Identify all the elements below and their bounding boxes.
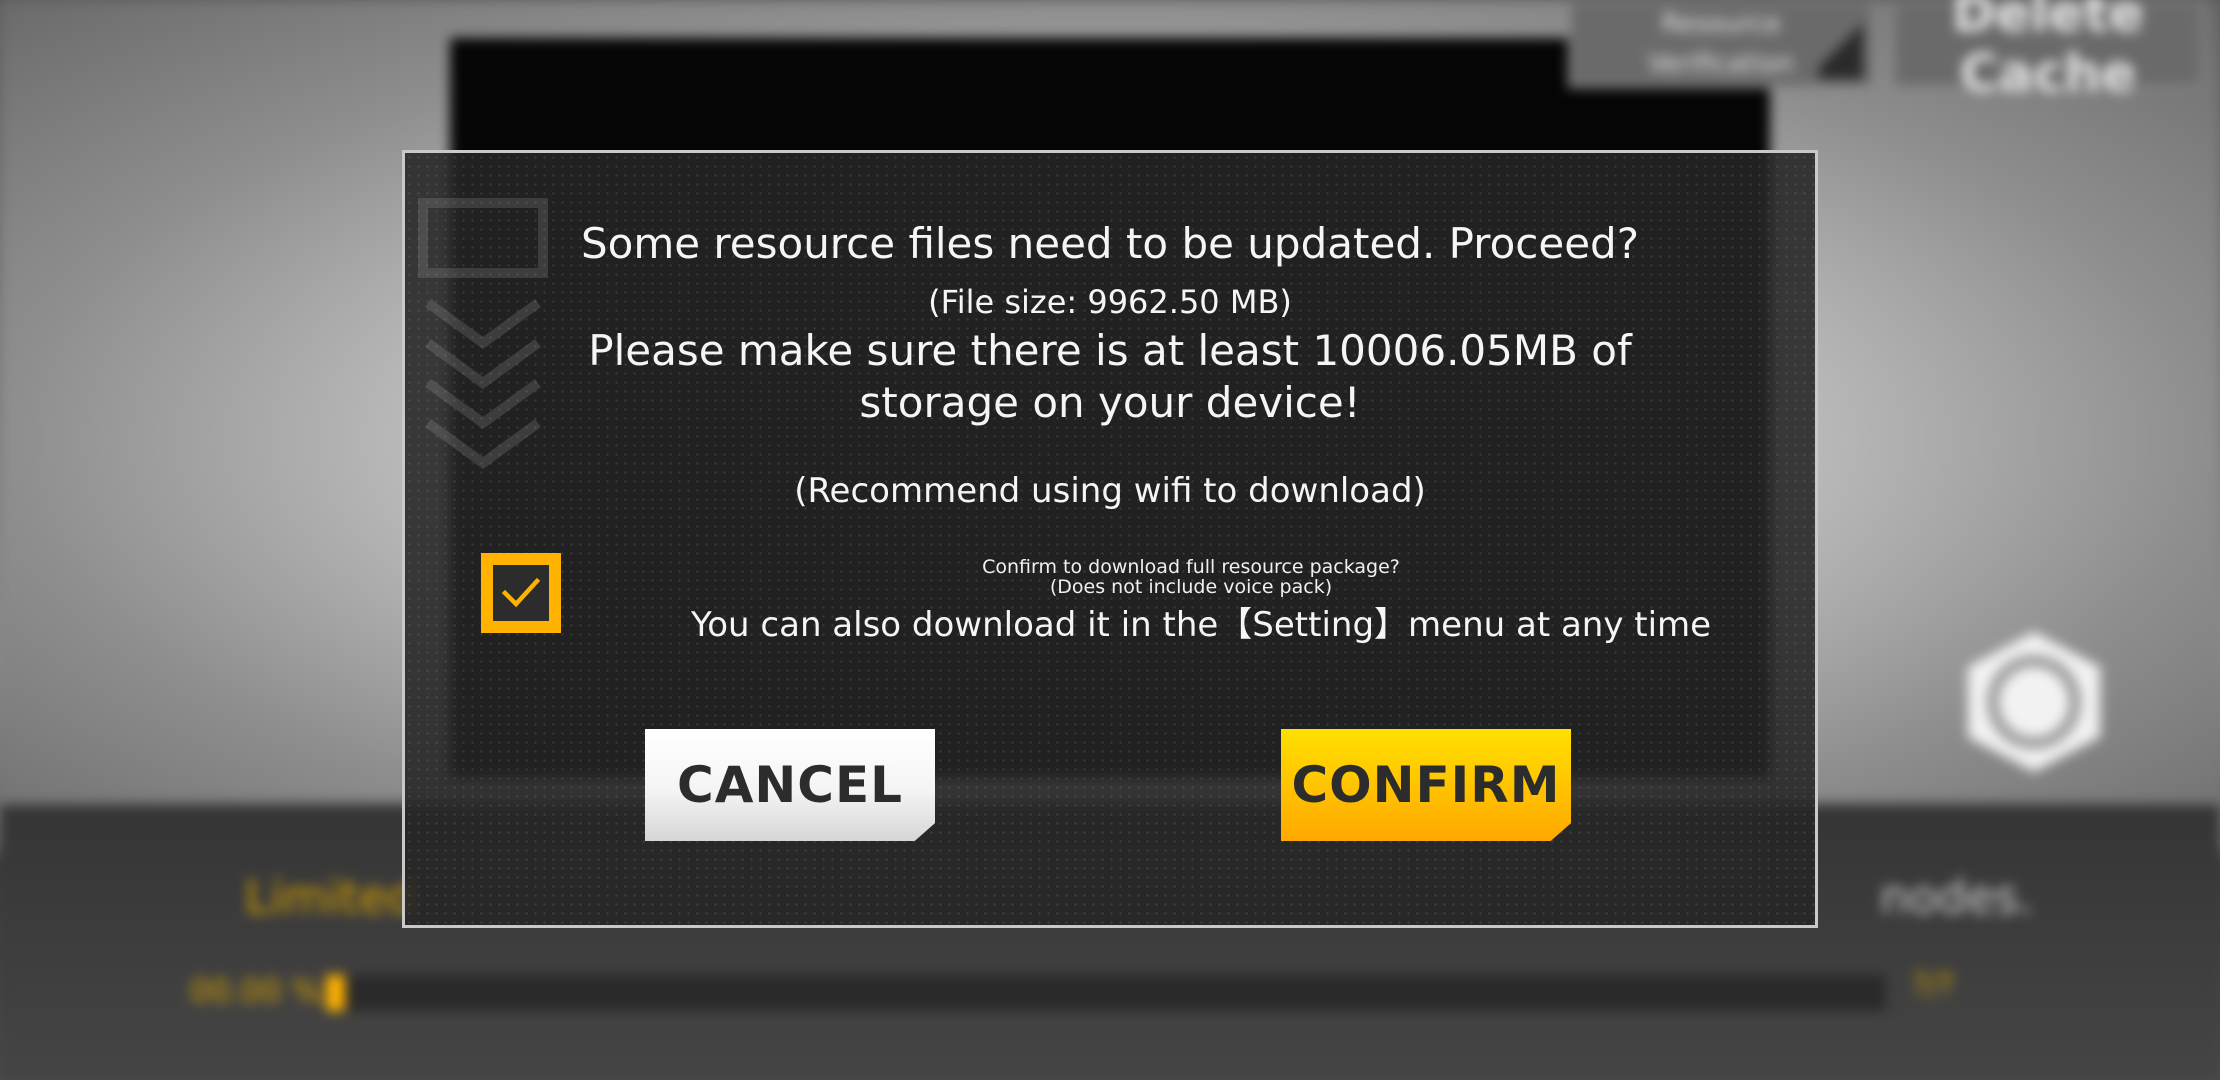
storage-notice: Please make sure there is at least 10006… — [405, 325, 1815, 429]
file-size-text: (File size: 9962.50 MB) — [928, 283, 1292, 321]
progress-bar-fill — [326, 975, 345, 1011]
wifi-hint: (Recommend using wifi to download) — [794, 471, 1426, 511]
dialog-title: Some resource files need to be updated. … — [580, 219, 1640, 268]
delete-cache-button[interactable]: Delete Cache — [1892, 0, 2204, 104]
loading-tip-start: Limited — [245, 870, 417, 924]
checkbox-inner — [493, 565, 549, 621]
progress-count: ?/? — [1912, 968, 1954, 1003]
progress-percent: 00.00 % — [190, 972, 323, 1010]
update-dialog: Some resource files need to be updated. … — [402, 150, 1818, 928]
resource-verification-button[interactable]: Resource Verification — [1568, 0, 1874, 88]
storage-notice-text: Please make sure there is at least 10006… — [588, 326, 1632, 427]
cancel-button[interactable]: CANCEL — [645, 729, 935, 841]
progress-bar — [326, 975, 1886, 1011]
loading-tip-end: nodes. — [1880, 870, 2034, 924]
confirm-button[interactable]: CONFIRM — [1281, 729, 1571, 841]
check-icon — [501, 577, 541, 608]
full-package-option: Confirm to download full resource packag… — [481, 553, 1781, 645]
voice-pack-note: (Does not include voice pack) — [1049, 576, 1333, 598]
full-package-checkbox[interactable] — [481, 553, 561, 633]
full-package-question: Confirm to download full resource packag… — [982, 556, 1400, 578]
settings-hint: You can also download it in the【Setting】… — [691, 605, 1712, 645]
